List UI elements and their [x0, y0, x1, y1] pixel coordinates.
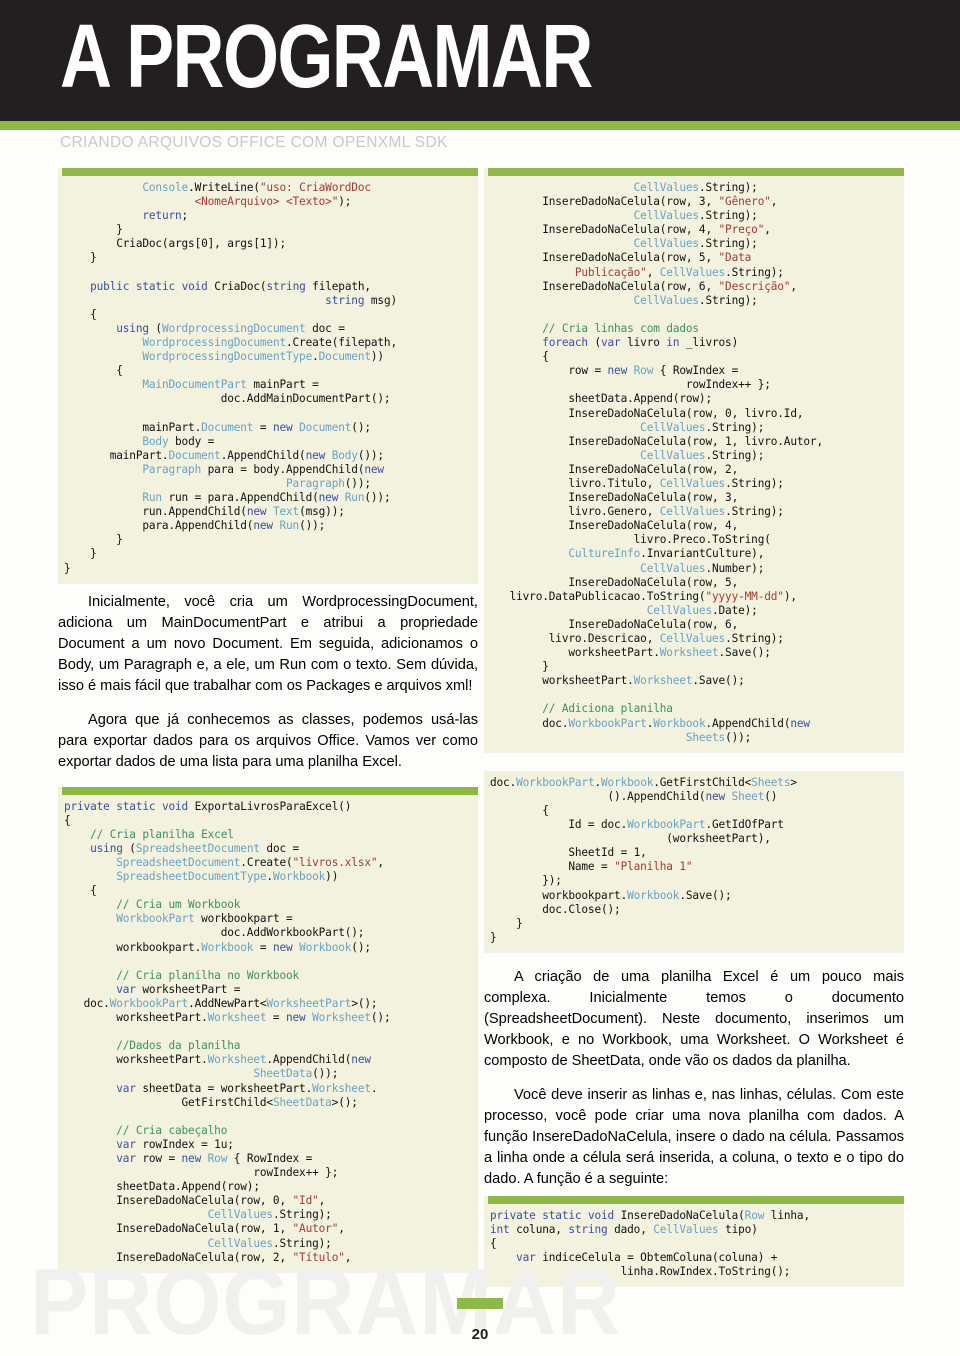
page-number: 20 [471, 1326, 489, 1343]
masthead-green-rule [0, 121, 960, 130]
code-text: private static void ExportaLivrosParaExc… [64, 799, 391, 1264]
code-block-right-1: CellValues.String); InsereDadoNaCelula(r… [484, 168, 904, 753]
section-label: CRIANDO ARQUIVOS OFFICE COM OPENXML SDK [60, 134, 448, 151]
code-block-right-2: doc.WorkbookPart.Workbook.GetFirstChild<… [484, 770, 904, 953]
paragraph-left-1: Inicialmente, você cria um Wordprocessin… [58, 593, 478, 694]
code-block-left-1: Console.WriteLine("uso: CriaWordDoc <Nom… [58, 168, 478, 584]
code-block-left-2: private static void ExportaLivrosParaExc… [58, 786, 478, 1273]
paragraph-right-2: Você deve inserir as linhas e, nas linha… [484, 1086, 904, 1187]
masthead-banner: A PROGRAMAR [0, 0, 960, 121]
paragraph-left-2: Agora que já conhecemos as classes, pode… [58, 711, 478, 770]
code-text: doc.WorkbookPart.Workbook.GetFirstChild<… [490, 775, 797, 944]
footer-green-tab [457, 1298, 503, 1309]
paragraph-right-1: A criação de uma planilha Excel é um pou… [484, 968, 904, 1069]
code-text: CellValues.String); InsereDadoNaCelula(r… [490, 181, 824, 744]
code-text: Console.WriteLine("uso: CriaWordDoc <Nom… [64, 181, 398, 575]
right-column: CellValues.String); InsereDadoNaCelula(r… [484, 168, 904, 1288]
magazine-title: A PROGRAMAR [60, 7, 593, 107]
left-column: Console.WriteLine("uso: CriaWordDoc <Nom… [58, 168, 478, 1273]
